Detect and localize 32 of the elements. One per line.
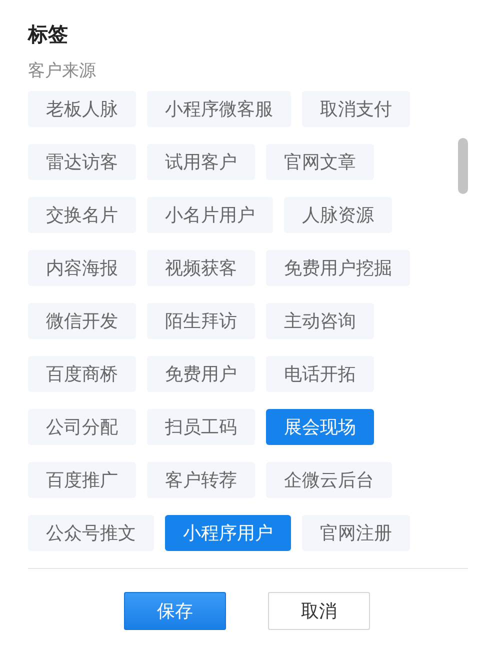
tag-chip[interactable]: 公司分配	[28, 409, 136, 445]
tag-chip[interactable]: 企微云后台	[266, 462, 392, 498]
tag-chip[interactable]: 免费用户	[147, 356, 255, 392]
tag-chip[interactable]: 展会现场	[266, 409, 374, 445]
tag-chip[interactable]: 公众号推文	[28, 515, 154, 551]
tag-chip[interactable]: 百度商桥	[28, 356, 136, 392]
tag-chip[interactable]: 微信开发	[28, 303, 136, 339]
save-button[interactable]: 保存	[124, 592, 226, 630]
tag-chip[interactable]: 雷达访客	[28, 144, 136, 180]
tag-chip[interactable]: 电话开拓	[266, 356, 374, 392]
dialog-title: 标签	[28, 21, 69, 48]
group-label: 客户来源	[28, 60, 97, 82]
tag-chip[interactable]: 老板人脉	[28, 91, 136, 127]
tag-chip[interactable]: 免费用户挖掘	[266, 250, 410, 286]
tag-chip[interactable]: 官网注册	[302, 515, 410, 551]
tag-chip[interactable]: 内容海报	[28, 250, 136, 286]
tag-chip[interactable]: 视频获客	[147, 250, 255, 286]
cancel-button[interactable]: 取消	[268, 592, 370, 630]
tag-chip[interactable]: 人脉资源	[284, 197, 392, 233]
tag-chip[interactable]: 小名片用户	[147, 197, 273, 233]
tag-chip[interactable]: 小程序用户	[165, 515, 291, 551]
tag-chip[interactable]: 扫员工码	[147, 409, 255, 445]
tag-chip[interactable]: 客户转荐	[147, 462, 255, 498]
tag-chip[interactable]: 试用客户	[147, 144, 255, 180]
scrollbar-thumb[interactable]	[458, 138, 468, 194]
tag-chip[interactable]: 陌生拜访	[147, 303, 255, 339]
tag-chip[interactable]: 主动咨询	[266, 303, 374, 339]
tag-chip[interactable]: 取消支付	[302, 91, 410, 127]
tag-chip[interactable]: 百度推广	[28, 462, 136, 498]
tag-chip[interactable]: 官网文章	[266, 144, 374, 180]
tag-chip[interactable]: 小程序微客服	[147, 91, 291, 127]
tag-chip[interactable]: 交换名片	[28, 197, 136, 233]
